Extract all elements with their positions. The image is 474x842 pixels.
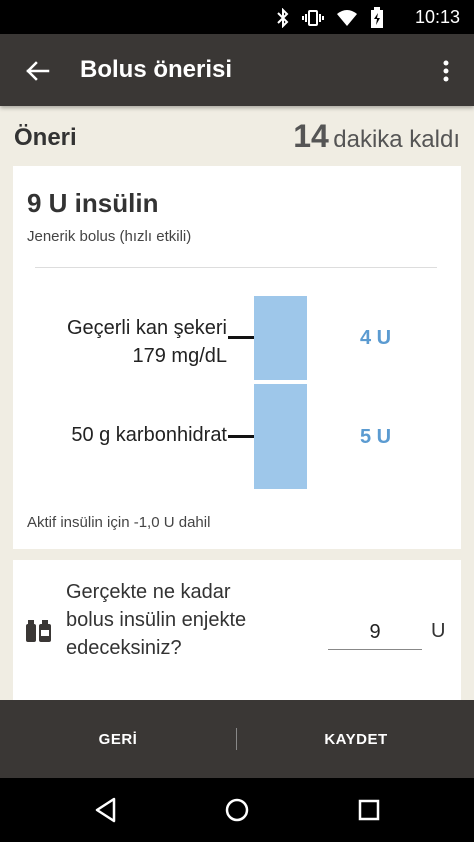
recommendation-card: 9 U insülin Jenerik bolus (hızlı etkili)… bbox=[13, 166, 461, 549]
save-button[interactable]: KAYDET bbox=[238, 700, 474, 778]
blood-sugar-label: Geçerli kan şekeri 179 mg/dL bbox=[67, 314, 227, 370]
carb-bar bbox=[254, 384, 307, 489]
blood-sugar-bar bbox=[254, 296, 307, 380]
back-button[interactable]: GERİ bbox=[0, 700, 236, 778]
blood-sugar-label-title: Geçerli kan şekeri bbox=[66, 317, 227, 339]
bottom-action-bar: GERİ KAYDET bbox=[0, 700, 474, 778]
recommendation-label: Öneri bbox=[14, 124, 77, 151]
status-icons bbox=[276, 7, 384, 29]
blood-sugar-value: 179 mg/dL bbox=[132, 345, 227, 367]
battery-icon bbox=[371, 7, 383, 28]
page-title: Bolus önerisi bbox=[80, 56, 233, 83]
blood-sugar-units: 4 U bbox=[360, 327, 392, 349]
carb-label: 50 g karbonhidrat bbox=[71, 424, 227, 446]
status-time: 10:13 bbox=[414, 7, 460, 27]
bolus-type: Jenerik bolus (hızlı etkili) bbox=[27, 228, 192, 245]
injection-card: Gerçekte ne kadar bolus insülin enjekte … bbox=[13, 560, 461, 700]
nav-back-icon[interactable] bbox=[92, 796, 120, 824]
nav-home-icon[interactable] bbox=[223, 796, 251, 824]
time-remaining: 14 dakika kaldı bbox=[293, 118, 460, 155]
nav-recents-icon[interactable] bbox=[355, 796, 383, 824]
active-insulin-note: Aktif insülin için -1,0 U dahil bbox=[27, 514, 211, 531]
wifi-icon bbox=[337, 10, 357, 26]
carb-units: 5 U bbox=[360, 426, 392, 448]
insulin-pen-icon bbox=[26, 620, 51, 642]
back-arrow-icon[interactable] bbox=[22, 56, 52, 86]
minutes-value: 14 bbox=[293, 118, 329, 154]
system-nav-bar bbox=[0, 778, 474, 842]
minutes-suffix: dakika kaldı bbox=[333, 126, 460, 153]
app-bar: Bolus önerisi bbox=[0, 34, 474, 106]
status-bar: 10:13 bbox=[0, 0, 474, 34]
recommendation-header: Öneri 14 dakika kaldı bbox=[14, 118, 460, 158]
more-vert-icon[interactable] bbox=[436, 56, 456, 86]
injection-question: Gerçekte ne kadar bolus insülin enjekte … bbox=[66, 581, 247, 659]
recommended-dose: 9 U insülin bbox=[27, 188, 159, 218]
bluetooth-icon bbox=[277, 8, 289, 28]
insulin-unit: U bbox=[431, 620, 446, 642]
vibrate-icon bbox=[302, 10, 324, 26]
divider bbox=[35, 267, 437, 268]
insulin-amount-input[interactable] bbox=[328, 615, 422, 650]
button-separator bbox=[236, 728, 237, 750]
